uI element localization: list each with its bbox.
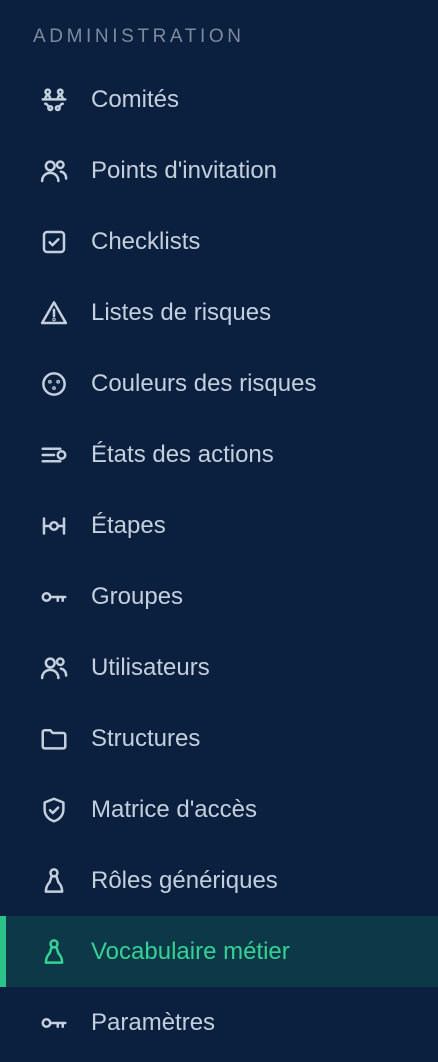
shield-check-icon [38,794,70,826]
sidebar-item-roles-generiques[interactable]: Rôles génériques [0,845,438,916]
meeting-table-icon [38,84,70,116]
palette-icon [38,368,70,400]
sidebar-item-vocabulaire-metier[interactable]: Vocabulaire métier [0,916,438,987]
list-toggle-icon [38,439,70,471]
workflow-steps-icon [38,510,70,542]
warning-triangle-icon [38,297,70,329]
sidebar-item-label: Étapes [91,511,166,539]
key-icon [38,581,70,613]
sidebar-item-utilisateurs[interactable]: Utilisateurs [0,632,438,703]
sidebar-item-label: Comités [91,85,180,113]
sidebar-item-label: Matrice d'accès [91,795,257,823]
key-icon [38,1007,70,1039]
sidebar-item-groupes[interactable]: Groupes [0,561,438,632]
section-title: ADMINISTRATION [33,26,245,47]
sidebar-item-label: Couleurs des risques [91,369,317,397]
sidebar-item-parametres[interactable]: Paramètres [0,987,438,1058]
sidebar-item-label: Points d'invitation [91,156,278,184]
sidebar-item-couleurs-risques[interactable]: Couleurs des risques [0,348,438,419]
sidebar-item-label: Listes de risques [91,298,272,326]
folder-icon [38,723,70,755]
sidebar-item-points-invitation[interactable]: Points d'invitation [0,135,438,206]
sidebar-item-label: Vocabulaire métier [91,937,290,965]
sidebar-item-label: Paramètres [91,1008,216,1036]
person-icon [38,936,70,968]
sidebar-item-listes-risques[interactable]: Listes de risques [0,277,438,348]
admin-sidebar: ADMINISTRATION Comités Points d'invitati… [0,0,438,1062]
person-icon [38,865,70,897]
sidebar-item-label: Checklists [91,227,201,255]
users-icon [38,155,70,187]
sidebar-item-structures[interactable]: Structures [0,703,438,774]
sidebar-item-label: Rôles génériques [91,866,278,894]
sidebar-item-checklists[interactable]: Checklists [0,206,438,277]
sidebar-item-etats-actions[interactable]: États des actions [0,419,438,490]
sidebar-item-label: Structures [91,724,201,752]
admin-menu: Comités Points d'invitation Checklists L… [0,64,438,1058]
sidebar-item-etapes[interactable]: Étapes [0,490,438,561]
sidebar-item-label: Utilisateurs [91,653,210,681]
sidebar-item-label: Groupes [91,582,184,610]
sidebar-item-matrice-acces[interactable]: Matrice d'accès [0,774,438,845]
checkbox-icon [38,226,70,258]
sidebar-item-comites[interactable]: Comités [0,64,438,135]
sidebar-item-label: États des actions [91,440,274,468]
users-icon [38,652,70,684]
